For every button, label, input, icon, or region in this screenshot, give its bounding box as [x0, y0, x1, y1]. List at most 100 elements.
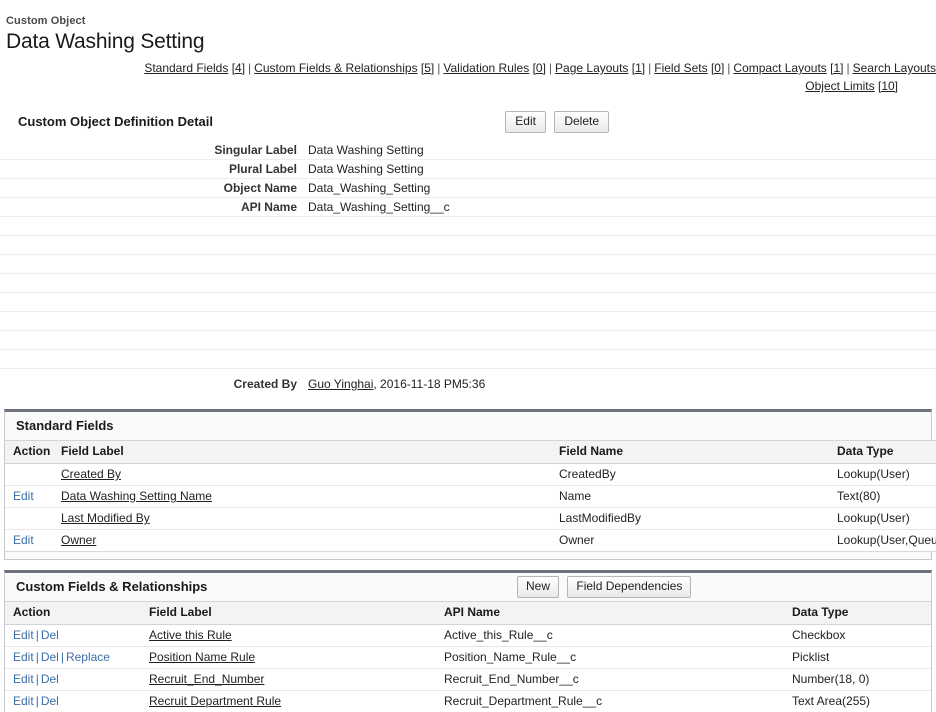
cell-action: Edit | Del — [5, 690, 145, 712]
cell-field-label: Active this Rule — [145, 624, 440, 647]
nav-separator: | — [648, 61, 652, 75]
custom-object-definition-detail: Custom Object Definition Detail Edit Del… — [0, 111, 936, 395]
cell-field-label: Recruit Department Rule — [145, 690, 440, 712]
cell-action — [5, 463, 57, 486]
related-list-nav: Standard Fields [4] | Custom Fields & Rela… — [0, 59, 936, 95]
cell-action — [5, 507, 57, 530]
nav-link-compact-layouts[interactable]: Compact Layouts — [733, 61, 826, 75]
replace-link[interactable]: Replace — [66, 650, 110, 664]
action-separator: | — [60, 650, 64, 664]
nav-count[interactable]: [1] — [830, 61, 843, 75]
field-label-link[interactable]: Recruit Department Rule — [149, 694, 281, 708]
custom-fields-button-group: New Field Dependencies — [517, 576, 696, 598]
detail-field-rows: Singular Label Data Washing Setting Plural… — [0, 141, 936, 369]
nav-count[interactable]: [5] — [421, 61, 434, 75]
standard-fields-title: Standard Fields — [16, 418, 114, 433]
action-separator: | — [35, 672, 39, 686]
page-title: Data Washing Setting — [6, 30, 205, 53]
cell-data-type: Lookup(User) — [833, 507, 936, 530]
column-header-field-label: Field Label — [145, 601, 440, 625]
del-link[interactable]: Del — [41, 694, 59, 708]
delete-button[interactable]: Delete — [554, 111, 609, 133]
nav-link-object-limits[interactable]: Object Limits — [805, 79, 874, 93]
column-header-field-name: Field Name — [555, 440, 833, 464]
nav-link-page-layouts[interactable]: Page Layouts — [555, 61, 628, 75]
related-list-nav-row-1: Standard Fields [4] | Custom Fields & Rela… — [0, 59, 936, 77]
cell-data-type: Lookup(User) — [833, 463, 936, 486]
cell-data-type: Picklist — [788, 646, 931, 669]
cell-action: Edit — [5, 529, 57, 552]
detail-title: Custom Object Definition Detail — [18, 114, 214, 129]
nav-separator: | — [248, 61, 252, 75]
detail-row-label: Object Name — [223, 181, 297, 195]
nav-link-standard-fields[interactable]: Standard Fields — [144, 61, 228, 75]
nav-count[interactable]: [10] — [878, 79, 898, 93]
nav-count[interactable]: [1] — [632, 61, 645, 75]
created-by-row: Created By Guo Yinghai, 2016-11-18 PM5:3… — [0, 373, 936, 395]
standard-fields-table: Action Field Label Field Name Data Type … — [5, 440, 936, 552]
cell-data-type: Lookup(User,Queue) — [833, 529, 936, 552]
cell-action: Edit | Del | Replace — [5, 646, 145, 669]
del-link[interactable]: Del — [41, 628, 59, 642]
edit-link[interactable]: Edit — [13, 650, 34, 664]
cell-field-label: Data Washing Setting Name — [57, 485, 555, 508]
detail-row: API Name Data_Washing_Setting__c — [0, 198, 936, 217]
field-label-link[interactable]: Recruit_End_Number — [149, 672, 264, 686]
cell-field-label: Last Modified By — [57, 507, 555, 530]
cell-field-label: Created By — [57, 463, 555, 486]
nav-count[interactable]: [4] — [232, 61, 245, 75]
cell-data-type: Number(18, 0) — [788, 668, 931, 691]
nav-link-custom-fields-relationships[interactable]: Custom Fields & Relationships — [254, 61, 417, 75]
field-dependencies-button[interactable]: Field Dependencies — [567, 576, 692, 598]
detail-row-value: Data_Washing_Setting__c — [308, 200, 450, 214]
edit-link[interactable]: Edit — [13, 628, 34, 642]
cell-action: Edit | Del — [5, 668, 145, 691]
field-label-link[interactable]: Active this Rule — [149, 628, 232, 642]
edit-link[interactable]: Edit — [13, 489, 34, 503]
del-link[interactable]: Del — [41, 650, 59, 664]
field-label-link[interactable]: Created By — [61, 467, 121, 481]
standard-fields-body: Created By CreatedBy Lookup(User) Edit Data … — [5, 463, 936, 552]
column-header-api-name: API Name — [440, 601, 788, 625]
nav-separator: | — [548, 61, 553, 75]
edit-link[interactable]: Edit — [13, 672, 34, 686]
cell-action: Edit | Del — [5, 624, 145, 647]
del-link[interactable]: Del — [41, 672, 59, 686]
cell-field-label: Recruit_End_Number — [145, 668, 440, 691]
nav-link-validation-rules[interactable]: Validation Rules — [443, 61, 529, 75]
detail-row: Plural Label Data Washing Setting — [0, 160, 936, 179]
edit-button[interactable]: Edit — [505, 111, 546, 133]
table-row: Edit | Del Recruit Department Rule Recruit_D… — [5, 690, 931, 712]
field-label-link[interactable]: Last Modified By — [61, 511, 150, 525]
nav-count[interactable]: [0] — [533, 61, 546, 75]
detail-button-group: Edit Delete — [505, 111, 614, 133]
custom-fields-title: Custom Fields & Relationships — [16, 579, 208, 594]
detail-row-value: Data Washing Setting — [308, 143, 424, 157]
edit-link[interactable]: Edit — [13, 694, 34, 708]
edit-link[interactable]: Edit — [13, 533, 34, 547]
standard-fields-header-row: Action Field Label Field Name Data Type — [5, 440, 936, 464]
detail-row-empty — [0, 350, 936, 369]
field-label-link[interactable]: Position Name Rule — [149, 650, 255, 664]
cell-data-type: Checkbox — [788, 624, 931, 647]
cell-api-name: Position_Name_Rule__c — [440, 646, 788, 669]
new-button[interactable]: New — [517, 576, 560, 598]
cell-field-label: Owner — [57, 529, 555, 552]
action-separator: | — [35, 650, 39, 664]
created-by-value: Guo Yinghai, 2016-11-18 PM5:36 — [306, 375, 485, 393]
cell-api-name: Active_this_Rule__c — [440, 624, 788, 647]
table-row: Created By CreatedBy Lookup(User) — [5, 463, 936, 486]
nav-link-search-layouts[interactable]: Search Layouts — [853, 61, 936, 75]
created-by-user-link[interactable]: Guo Yinghai — [308, 377, 373, 391]
related-list-nav-row-2: Object Limits [10] — [0, 77, 936, 95]
detail-row-empty — [0, 331, 936, 350]
detail-row-empty — [0, 312, 936, 331]
nav-link-field-sets[interactable]: Field Sets — [654, 61, 707, 75]
action-separator: | — [35, 694, 39, 708]
column-header-data-type: Data Type — [833, 440, 936, 464]
nav-count[interactable]: [0] — [711, 61, 724, 75]
field-label-link[interactable]: Owner — [61, 533, 96, 547]
page-root: Custom Object Data Washing Setting Stand… — [0, 0, 936, 712]
field-label-link[interactable]: Data Washing Setting Name — [61, 489, 212, 503]
detail-row-value: Data_Washing_Setting — [308, 181, 431, 195]
